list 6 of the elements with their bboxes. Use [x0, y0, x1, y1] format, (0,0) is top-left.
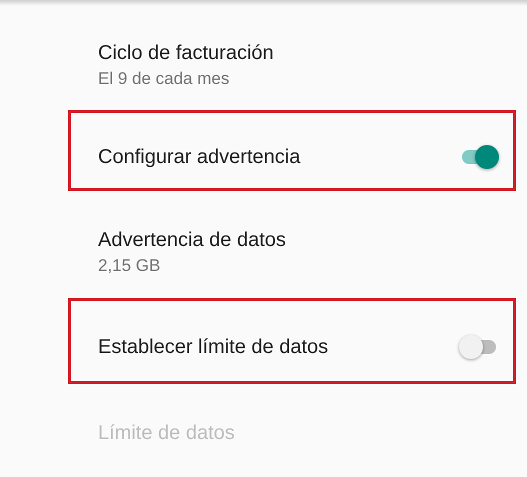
setting-summary: 2,15 GB — [98, 255, 160, 277]
setting-title[interactable]: Ciclo de facturación — [98, 39, 274, 67]
setting-title[interactable]: Configurar advertencia — [98, 142, 300, 170]
setting-title[interactable]: Advertencia de datos — [98, 226, 286, 254]
setting-title[interactable]: Establecer límite de datos — [98, 333, 328, 361]
setting-summary: El 9 de cada mes — [98, 68, 230, 90]
